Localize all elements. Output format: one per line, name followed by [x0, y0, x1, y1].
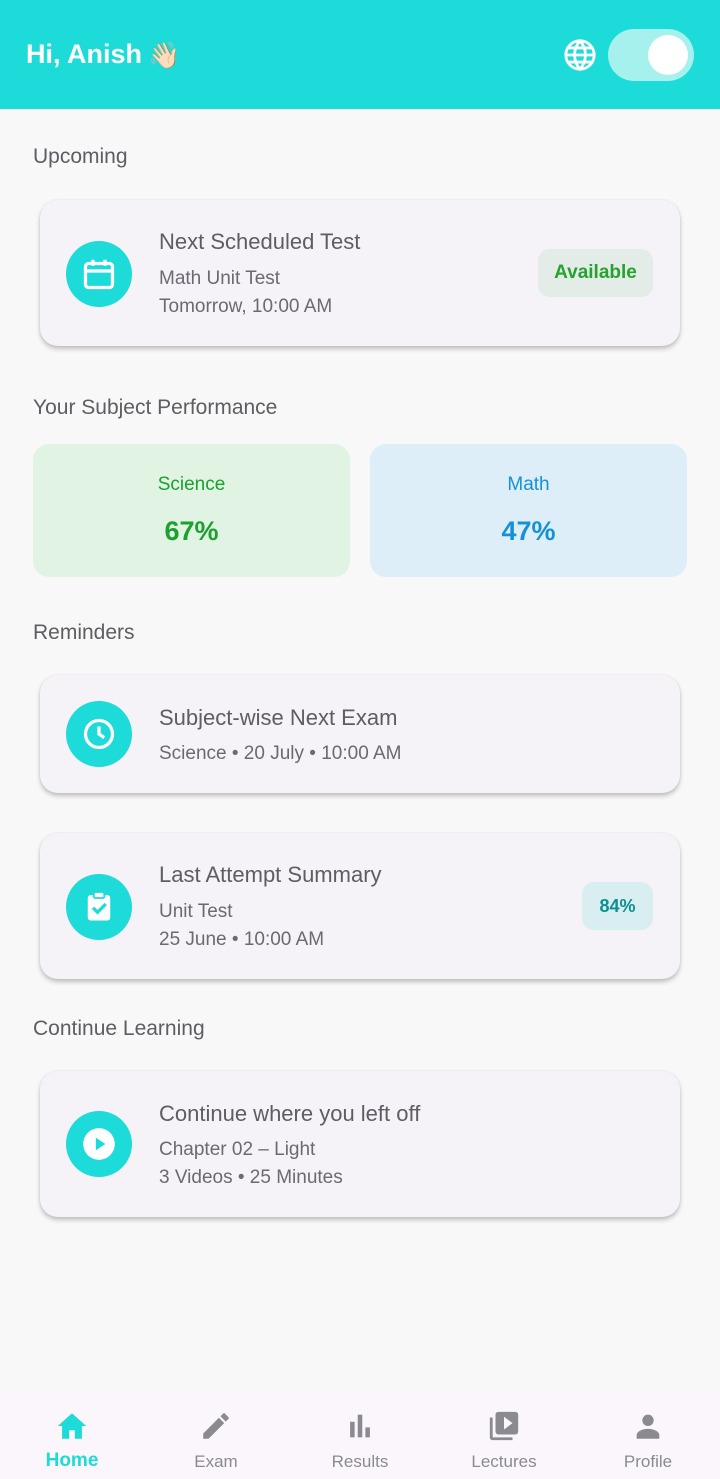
performance-card-science[interactable]: Science 67%: [33, 444, 350, 577]
nav-item-exam[interactable]: Exam: [144, 1394, 288, 1479]
card-title: Continue where you left off: [159, 1101, 421, 1126]
greeting-text: Hi, Anish: [26, 39, 143, 69]
nav-label: Exam: [194, 1452, 238, 1471]
card-detail: Science • 20 July • 10:00 AM: [159, 743, 402, 764]
score-badge: 84%: [582, 882, 653, 930]
nav-label: Results: [331, 1452, 389, 1471]
globe-icon[interactable]: [562, 37, 598, 73]
card-title: Subject-wise Next Exam: [159, 705, 398, 730]
clipboard-check-icon: [66, 874, 132, 940]
subject-name: Science: [157, 474, 226, 495]
bar-chart-icon: [288, 1409, 432, 1443]
play-icon: [66, 1111, 132, 1177]
bottom-nav: Home Exam Results Lectures Profile: [0, 1394, 720, 1479]
card-subtitle: Chapter 02 – Light: [159, 1139, 316, 1160]
app-bar: Hi, Anish 👋🏻: [0, 0, 720, 109]
wave-emoji: 👋🏻: [148, 39, 181, 70]
nav-label: Home: [45, 1450, 99, 1471]
nav-item-results[interactable]: Results: [288, 1394, 432, 1479]
nav-item-home[interactable]: Home: [0, 1394, 144, 1479]
clock-icon: [66, 701, 132, 767]
section-title-performance: Your Subject Performance: [33, 396, 278, 419]
next-exam-card[interactable]: Subject-wise Next Exam Science • 20 July…: [40, 675, 680, 793]
person-icon: [576, 1409, 720, 1443]
last-attempt-card[interactable]: Last Attempt Summary Unit Test 25 June •…: [40, 833, 680, 979]
continue-learning-card[interactable]: Continue where you left off Chapter 02 –…: [40, 1071, 680, 1217]
next-test-card[interactable]: Next Scheduled Test Math Unit Test Tomor…: [40, 200, 680, 346]
toggle-knob: [648, 34, 688, 75]
nav-label: Lectures: [471, 1452, 537, 1471]
nav-item-lectures[interactable]: Lectures: [432, 1394, 576, 1479]
nav-item-profile[interactable]: Profile: [576, 1394, 720, 1479]
nav-label: Profile: [623, 1452, 673, 1471]
card-subtitle: Unit Test: [159, 901, 233, 922]
status-badge: Available: [538, 249, 653, 297]
performance-card-math[interactable]: Math 47%: [370, 444, 687, 577]
card-subtitle: Math Unit Test: [159, 268, 281, 289]
subject-score: 67%: [164, 516, 219, 546]
card-title: Last Attempt Summary: [159, 862, 382, 887]
pencil-icon: [144, 1409, 288, 1443]
subject-score: 47%: [501, 516, 556, 546]
greeting: Hi, Anish 👋🏻: [26, 39, 180, 70]
section-title-continue-learning: Continue Learning: [33, 1017, 205, 1040]
card-time: Tomorrow, 10:00 AM: [159, 296, 333, 317]
app-bar-actions: [562, 28, 694, 81]
video-library-icon: [432, 1409, 576, 1443]
section-title-upcoming: Upcoming: [33, 145, 128, 168]
subject-name: Math: [507, 474, 550, 495]
card-title: Next Scheduled Test: [159, 229, 361, 254]
card-detail: 3 Videos • 25 Minutes: [159, 1167, 343, 1188]
calendar-icon: [66, 241, 132, 307]
theme-toggle[interactable]: [608, 28, 694, 81]
card-detail: 25 June • 10:00 AM: [159, 929, 325, 950]
section-title-reminders: Reminders: [33, 621, 135, 644]
home-icon: [0, 1409, 144, 1443]
